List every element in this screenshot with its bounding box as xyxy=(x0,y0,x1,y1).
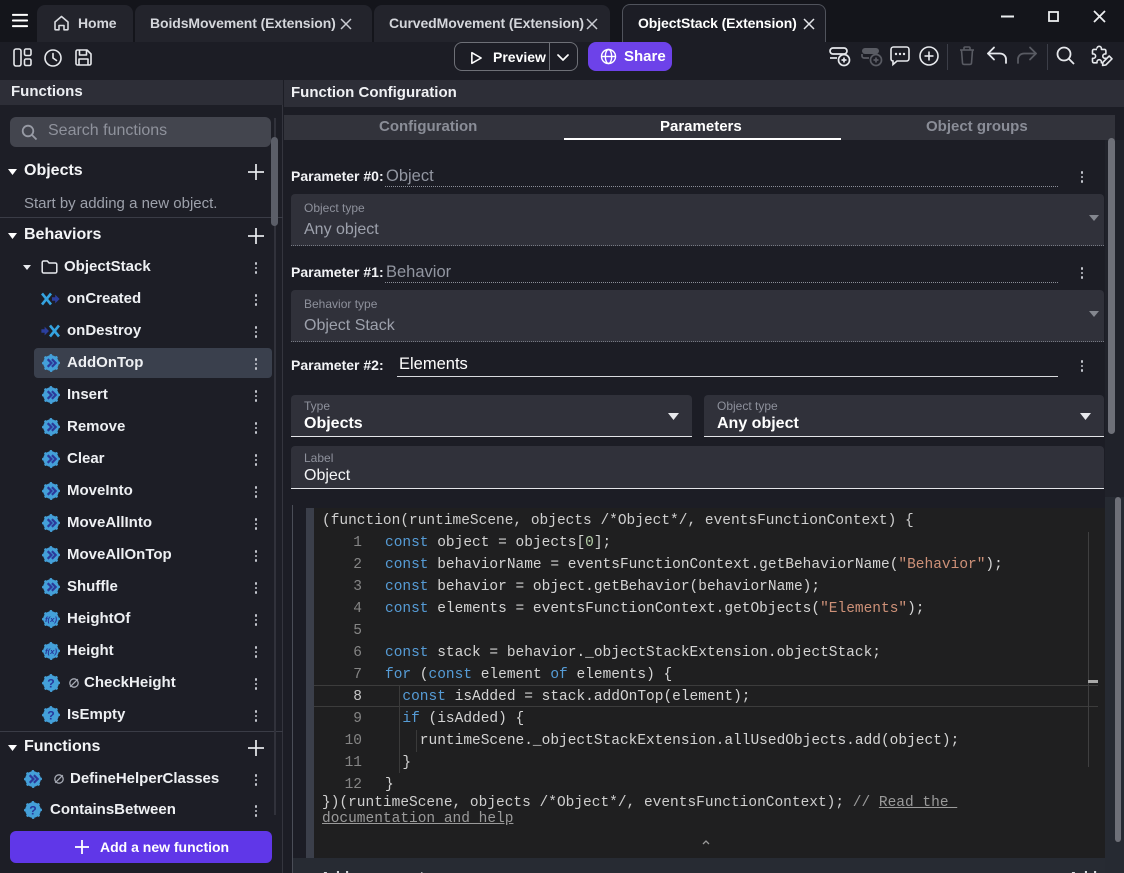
svg-text:?: ? xyxy=(29,803,36,817)
svg-text:f(x): f(x) xyxy=(45,615,57,624)
svg-text:f(x): f(x) xyxy=(45,647,57,656)
svg-text:?: ? xyxy=(47,676,54,690)
svg-text:?: ? xyxy=(47,708,54,722)
